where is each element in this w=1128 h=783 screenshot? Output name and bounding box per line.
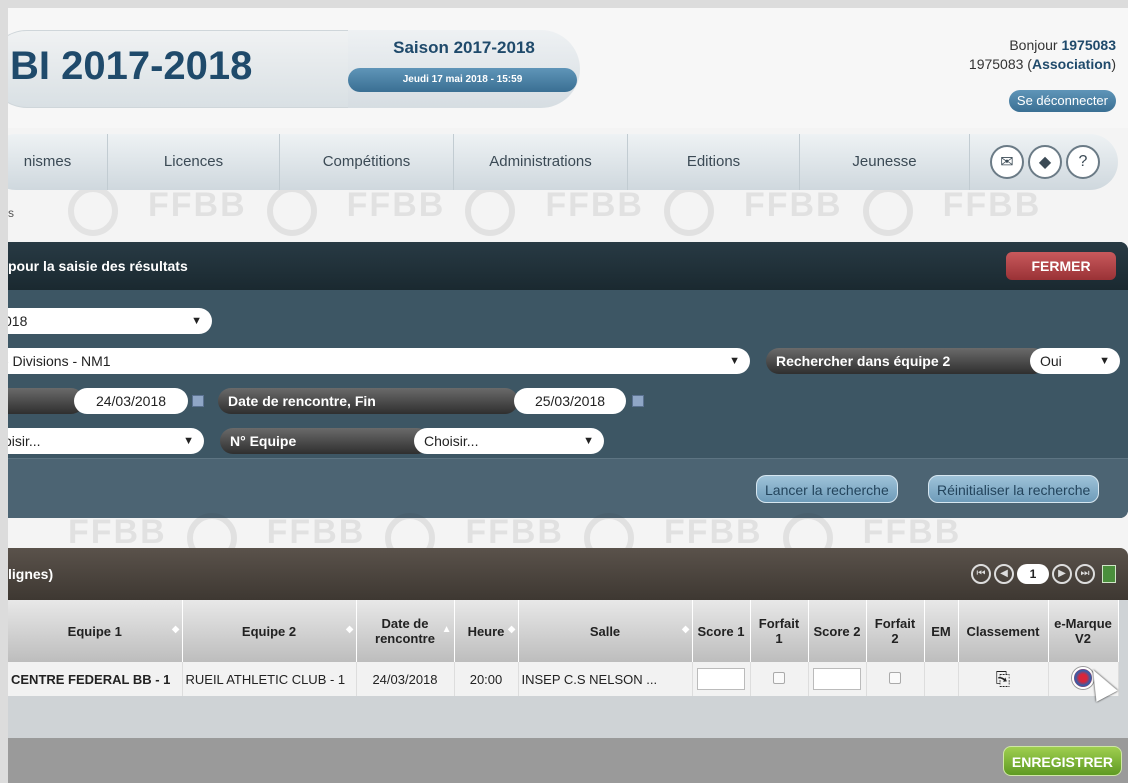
ffbb-watermark: FFBB FFBB FFBB FFBB FFBB xyxy=(8,513,1128,549)
greeting-prefix: Bonjour xyxy=(1009,37,1062,53)
mail-icon[interactable]: ✉ xyxy=(990,145,1024,179)
date-end-input[interactable]: 25/03/2018 xyxy=(514,388,626,414)
prev-page-icon[interactable]: ◀ xyxy=(994,564,1014,584)
reset-search-button[interactable]: Réinitialiser la recherche xyxy=(928,475,1100,503)
col-score1[interactable]: Score 1 xyxy=(692,600,751,662)
cell-equipe1: CENTRE FEDERAL BB - 1 xyxy=(8,662,183,696)
division-select[interactable]: - Divisions - NM1 ▼ xyxy=(8,348,750,374)
nav-licences[interactable]: Licences xyxy=(108,134,280,190)
first-page-icon[interactable]: ⏮ xyxy=(971,564,991,584)
page: FFBB FFBB FFBB FFBB FFBB BI 2017-2018 Saison… xyxy=(8,8,1128,783)
search-actions-bar: Lancer la recherche Réinitialiser la rec… xyxy=(8,458,1128,518)
search-team2-label: Rechercher dans équipe 2 xyxy=(766,348,1046,374)
chevron-down-icon: ▼ xyxy=(191,315,202,327)
team-number-value: Choisir... xyxy=(424,433,479,449)
cell-salle: INSEP C.S NELSON ... xyxy=(518,662,693,696)
search-panel: pour la saisie des résultats FERMER 018 ▼… xyxy=(8,242,1128,518)
user-info: Bonjour 1975083 1975083 (Association) xyxy=(969,36,1116,74)
col-heure[interactable]: Heure ◆ xyxy=(454,600,519,662)
col-salle[interactable]: Salle ◆ xyxy=(518,600,693,662)
book-icon[interactable]: ◆ xyxy=(1028,145,1062,179)
help-icon[interactable]: ? xyxy=(1066,145,1100,179)
ranking-icon[interactable]: ⎘ xyxy=(996,669,1010,689)
breadcrumb: s xyxy=(8,206,14,220)
results-panel: lignes) ⏮ ◀ 1 ▶ ⏭ Equipe 1 ◆ Equipe 2 ◆ Da… xyxy=(8,548,1128,783)
results-table: Equipe 1 ◆ Equipe 2 ◆ Date de rencontre ▲ H… xyxy=(8,600,1119,696)
account-line-prefix: 1975083 ( xyxy=(968,56,1032,72)
col-equipe1[interactable]: Equipe 1 ◆ xyxy=(8,600,183,662)
forfait2-checkbox[interactable] xyxy=(889,671,901,684)
nav-jeunesse[interactable]: Jeunesse xyxy=(800,134,970,190)
score2-input[interactable] xyxy=(813,668,861,690)
run-search-button[interactable]: Lancer la recherche xyxy=(756,475,898,503)
calendar-icon[interactable] xyxy=(192,395,204,407)
choose-select[interactable]: oisir... ▼ xyxy=(8,428,204,454)
main-nav: nismes Licences Compétitions Administrat… xyxy=(8,134,1118,190)
season-label: Saison 2017-2018 xyxy=(393,38,535,57)
chevron-down-icon: ▼ xyxy=(729,355,740,367)
cell-heure: 20:00 xyxy=(454,662,519,696)
header: BI 2017-2018 Saison 2017-2018 Jeudi 17 m… xyxy=(8,8,1128,128)
table-header-row: Equipe 1 ◆ Equipe 2 ◆ Date de rencontre ▲ H… xyxy=(8,600,1119,662)
choose-select-value: oisir... xyxy=(8,433,41,449)
current-page[interactable]: 1 xyxy=(1017,564,1049,584)
calendar-icon[interactable] xyxy=(632,395,644,407)
forfait1-checkbox[interactable] xyxy=(773,671,785,684)
chevron-down-icon: ▼ xyxy=(583,435,594,447)
col-emarque[interactable]: e-Marque V2 xyxy=(1048,600,1119,662)
cell-forfait2 xyxy=(866,662,925,696)
col-equipe2[interactable]: Equipe 2 ◆ xyxy=(182,600,357,662)
nav-competitions[interactable]: Compétitions xyxy=(280,134,454,190)
col-forfait2[interactable]: Forfait 2 xyxy=(866,600,925,662)
results-header: lignes) ⏮ ◀ 1 ▶ ⏭ xyxy=(8,548,1128,600)
nav-icon-group: ✉ ◆ ? xyxy=(990,145,1100,179)
greeting-user: 1975083 xyxy=(1061,37,1116,53)
cell-forfait1 xyxy=(750,662,809,696)
account-role: Association xyxy=(1031,56,1112,72)
division-select-value: - Divisions - NM1 xyxy=(8,353,111,369)
date-start-input[interactable]: 24/03/2018 xyxy=(74,388,188,414)
col-date[interactable]: Date de rencontre ▲ xyxy=(356,600,455,662)
col-forfait1[interactable]: Forfait 1 xyxy=(750,600,809,662)
pagination: ⏮ ◀ 1 ▶ ⏭ xyxy=(971,564,1116,584)
cell-classement: ⎘ xyxy=(958,662,1049,696)
current-datetime: Jeudi 17 mai 2018 - 15:59 xyxy=(348,68,577,92)
cell-score2 xyxy=(808,662,867,696)
team-number-label: N° Equipe xyxy=(220,428,430,454)
search-panel-title: pour la saisie des résultats xyxy=(8,258,188,274)
col-score2[interactable]: Score 2 xyxy=(808,600,867,662)
search-panel-header: pour la saisie des résultats FERMER xyxy=(8,242,1128,290)
cell-em xyxy=(924,662,959,696)
nav-organismes[interactable]: nismes xyxy=(8,134,108,190)
results-footer: ENREGISTRER xyxy=(8,738,1128,783)
next-page-icon[interactable]: ▶ xyxy=(1052,564,1072,584)
save-button[interactable]: ENREGISTRER xyxy=(1002,746,1122,776)
cell-score1 xyxy=(692,662,751,696)
results-title: lignes) xyxy=(8,566,54,582)
cell-date: 24/03/2018 xyxy=(356,662,455,696)
team-number-select[interactable]: Choisir... ▼ xyxy=(414,428,604,454)
table-row: CENTRE FEDERAL BB - 1 RUEIL ATHLETIC CLU… xyxy=(8,662,1119,696)
ffbb-watermark: FFBB FFBB FFBB FFBB FFBB xyxy=(8,186,1128,246)
nav-editions[interactable]: Editions xyxy=(628,134,800,190)
close-button[interactable]: FERMER xyxy=(1006,252,1116,280)
chevron-down-icon: ▼ xyxy=(1099,355,1110,367)
season-select-value: 018 xyxy=(8,313,28,329)
search-team2-select[interactable]: Oui ▼ xyxy=(1030,348,1120,374)
col-em: EM xyxy=(924,600,959,662)
app-title: BI 2017-2018 xyxy=(10,44,253,88)
chevron-down-icon: ▼ xyxy=(183,435,194,447)
nav-administrations[interactable]: Administrations xyxy=(454,134,628,190)
date-end-label: Date de rencontre, Fin xyxy=(218,388,518,414)
season-select[interactable]: 018 ▼ xyxy=(8,308,212,334)
date-start-label xyxy=(8,388,84,414)
account-line-suffix: ) xyxy=(1111,56,1116,72)
score1-input[interactable] xyxy=(697,668,745,690)
col-classement[interactable]: Classement xyxy=(958,600,1049,662)
logout-button[interactable]: Se déconnecter xyxy=(1008,90,1116,112)
last-page-icon[interactable]: ⏭ xyxy=(1075,564,1095,584)
cell-equipe2: RUEIL ATHLETIC CLUB - 1 xyxy=(182,662,357,696)
excel-export-icon[interactable] xyxy=(1102,565,1116,583)
search-team2-value: Oui xyxy=(1040,353,1062,369)
